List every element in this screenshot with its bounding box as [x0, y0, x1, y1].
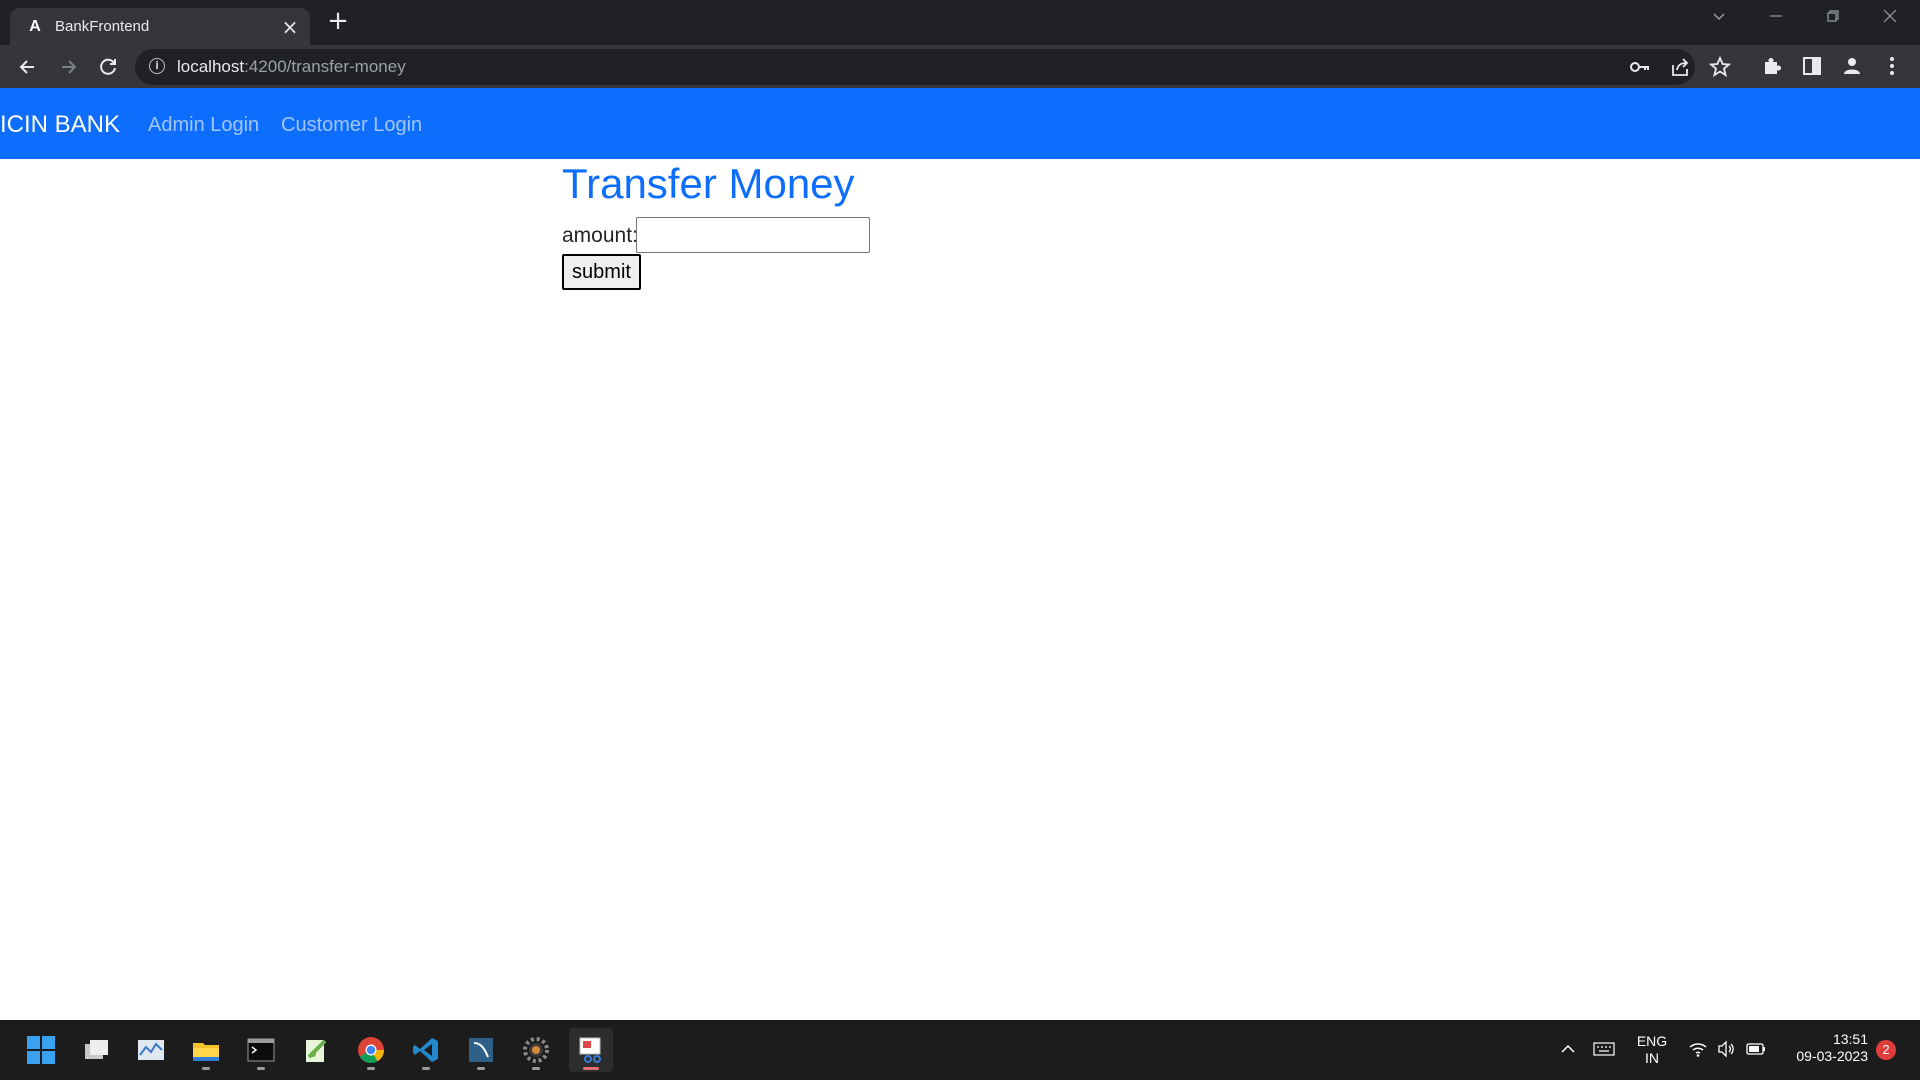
page-title: Transfer Money: [562, 160, 855, 207]
profile-avatar-icon[interactable]: [1840, 54, 1866, 80]
wifi-icon[interactable]: [1688, 1039, 1708, 1064]
widgets-chart-icon[interactable]: [129, 1028, 173, 1072]
region-code: IN: [1645, 1050, 1659, 1066]
running-indicator: [257, 1067, 265, 1070]
windows-start-icon[interactable]: [19, 1028, 63, 1072]
url-text: localhost:4200/transfer-money: [177, 57, 406, 77]
back-arrow-icon[interactable]: [14, 53, 42, 81]
url-host: localhost: [177, 57, 245, 76]
tab-close-icon[interactable]: ×: [280, 17, 300, 37]
tab-title: BankFrontend: [55, 18, 150, 35]
task-view-icon[interactable]: [74, 1028, 118, 1072]
brand-logo[interactable]: ICIN BANK: [0, 111, 120, 139]
url-path: :4200/transfer-money: [244, 57, 406, 76]
browser-tab[interactable]: A BankFrontend ×: [10, 8, 310, 45]
volume-icon[interactable]: [1716, 1039, 1736, 1064]
notification-badge[interactable]: 2: [1876, 1040, 1896, 1060]
language-indicator[interactable]: ENG IN: [1632, 1033, 1672, 1067]
windows-taskbar: ENG IN 13:51 09-03-2023: [0, 1020, 1920, 1080]
nav-customer-login[interactable]: Customer Login: [281, 113, 422, 137]
site-navbar: ICIN BANK Admin Login Customer Login: [0, 88, 1920, 159]
clock-time: 13:51: [1832, 1031, 1868, 1047]
vscode-icon[interactable]: [404, 1028, 448, 1072]
reload-icon[interactable]: [94, 53, 122, 81]
file-explorer-icon[interactable]: [184, 1028, 228, 1072]
submit-button[interactable]: submit: [562, 254, 641, 290]
show-hidden-icons-chevron-icon[interactable]: [1559, 1040, 1577, 1063]
bookmark-star-icon[interactable]: [1708, 55, 1734, 81]
extensions-puzzle-icon[interactable]: [1760, 54, 1786, 80]
keyboard-icon[interactable]: [1593, 1040, 1615, 1063]
close-window-icon[interactable]: [1873, 6, 1907, 32]
running-indicator: [477, 1067, 485, 1070]
more-menu-icon[interactable]: [1880, 54, 1906, 80]
snipping-tool-icon[interactable]: [569, 1028, 613, 1072]
mysql-workbench-icon[interactable]: [459, 1028, 503, 1072]
active-indicator: [583, 1067, 599, 1070]
side-panel-icon[interactable]: [1800, 54, 1826, 80]
chrome-icon[interactable]: [349, 1028, 393, 1072]
forward-arrow-icon[interactable]: [54, 53, 82, 81]
browser-toolbar: i localhost:4200/transfer-money: [0, 45, 1920, 88]
running-indicator: [422, 1067, 430, 1070]
amount-input[interactable]: [636, 217, 870, 253]
amount-label: amount:: [562, 224, 638, 247]
address-bar[interactable]: i localhost:4200/transfer-money: [135, 49, 1732, 85]
clock-date: 09-03-2023: [1796, 1048, 1868, 1064]
language-code: ENG: [1636, 1033, 1668, 1049]
browser-tab-strip: A BankFrontend × +: [0, 0, 1920, 45]
terminal-icon[interactable]: [239, 1028, 283, 1072]
minimize-icon[interactable]: [1759, 6, 1793, 32]
settings-gear-icon[interactable]: [514, 1028, 558, 1072]
site-info-icon[interactable]: i: [149, 58, 165, 74]
running-indicator: [532, 1067, 540, 1070]
running-indicator: [202, 1067, 210, 1070]
new-tab-icon[interactable]: +: [325, 8, 351, 34]
running-indicator: [367, 1067, 375, 1070]
share-icon[interactable]: [1668, 55, 1694, 81]
battery-charging-icon[interactable]: [1745, 1039, 1767, 1064]
tab-search-icon[interactable]: [1702, 6, 1736, 32]
angular-favicon-icon: A: [29, 18, 41, 35]
nav-admin-login[interactable]: Admin Login: [148, 113, 259, 137]
notepad-plus-icon[interactable]: [294, 1028, 338, 1072]
clock[interactable]: 13:51 09-03-2023: [1778, 1031, 1868, 1065]
restore-icon[interactable]: [1816, 6, 1850, 32]
key-icon[interactable]: [1628, 55, 1654, 81]
